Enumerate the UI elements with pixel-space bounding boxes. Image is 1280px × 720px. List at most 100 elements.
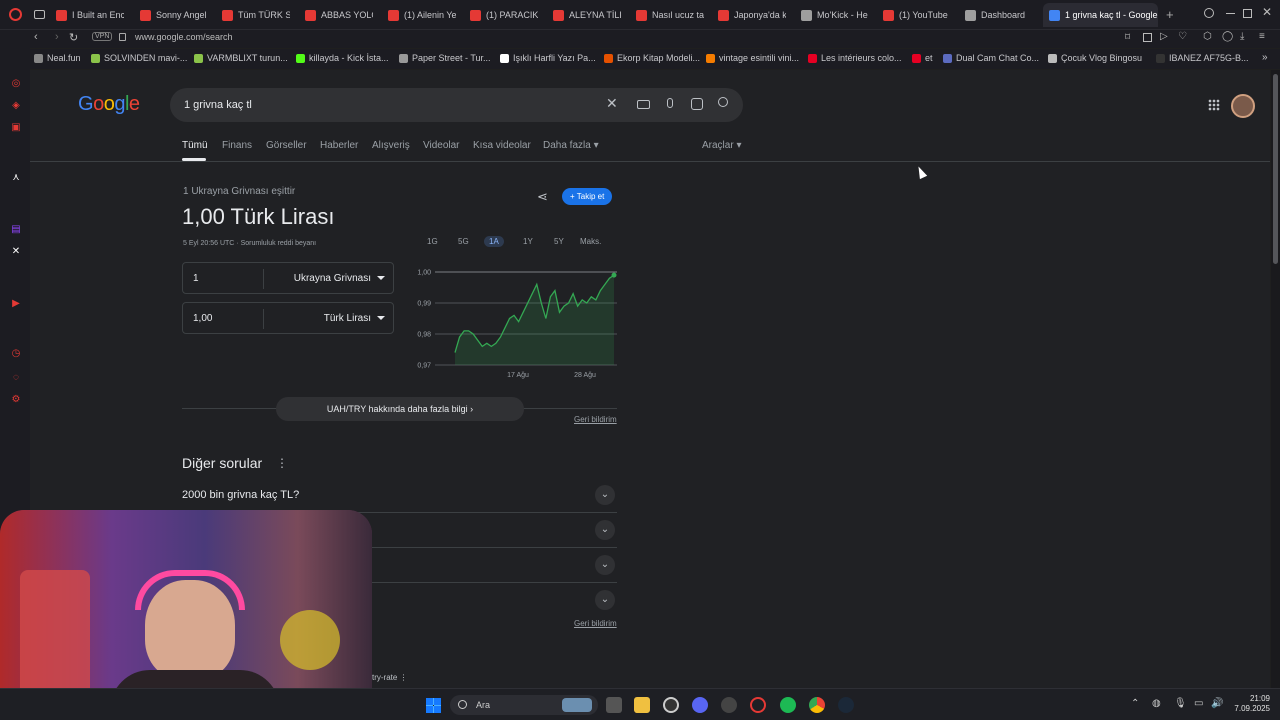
disclaimer-link[interactable]: Sorumluluk reddi beyanı xyxy=(241,240,317,247)
faq-item[interactable]: 2000 bin grivna kaç TL? ⌄ xyxy=(182,478,617,513)
avatar[interactable] xyxy=(1231,94,1255,118)
range-tab[interactable]: 1A xyxy=(484,236,504,247)
chevron-down-icon[interactable] xyxy=(377,276,385,280)
scrollbar-thumb[interactable] xyxy=(1273,74,1278,264)
snapshot-icon[interactable] xyxy=(1143,33,1152,42)
new-tab-icon[interactable]: + xyxy=(1166,7,1174,22)
more-options-icon[interactable]: ⋮ xyxy=(276,456,288,470)
minimize-icon[interactable] xyxy=(1226,13,1235,14)
scrollbar[interactable] xyxy=(1271,70,1280,688)
browser-tab[interactable]: Nasıl ucuz ta xyxy=(636,3,704,27)
chevron-down-icon[interactable]: ⌄ xyxy=(595,555,615,575)
share-icon[interactable]: ⋖ xyxy=(537,189,548,205)
browser-tab[interactable]: Tüm TÜRK Se xyxy=(222,3,290,27)
nav-tab[interactable]: Videolar xyxy=(423,140,460,151)
nav-tab[interactable]: Görseller xyxy=(266,140,307,151)
browser-tab[interactable]: Dashboard xyxy=(965,3,1033,27)
close-window-icon[interactable]: ✕ xyxy=(1262,5,1272,19)
bookmark-item[interactable]: Neal.fun xyxy=(34,53,81,63)
follow-button[interactable]: + Takip et xyxy=(562,188,613,205)
search-box[interactable]: 1 grivna kaç tl ✕ xyxy=(170,88,743,122)
bookmark-icon[interactable]: ⌑ xyxy=(1125,32,1130,43)
discord-icon[interactable] xyxy=(692,697,708,713)
volume-icon[interactable]: 🔊 xyxy=(1211,698,1223,709)
x-icon[interactable]: ✕ xyxy=(10,246,22,258)
player-icon[interactable]: ▷ xyxy=(1160,31,1168,42)
clear-icon[interactable]: ✕ xyxy=(606,95,618,112)
bookmarks-overflow-icon[interactable]: » xyxy=(1262,52,1268,63)
menu-icon[interactable]: ≡ xyxy=(1259,31,1265,42)
obs-icon[interactable] xyxy=(721,697,737,713)
opera-logo-icon[interactable] xyxy=(9,8,22,21)
feedback-link[interactable]: Geri bildirim xyxy=(574,415,617,424)
network-icon[interactable]: ▭ xyxy=(1194,698,1203,709)
search-tabs-icon[interactable] xyxy=(1204,8,1214,18)
nav-tab[interactable]: Alışveriş xyxy=(372,140,410,151)
player-sidebar-icon[interactable]: ▶ xyxy=(10,298,22,310)
to-value-input[interactable]: 1,00 xyxy=(193,313,212,324)
bookmark-item[interactable]: Işıklı Harfli Yazı Pa... xyxy=(500,53,596,63)
bookmark-item[interactable]: VARMBLIXT turun... xyxy=(194,53,288,63)
bookmark-item[interactable]: IBANEZ AF75G-B... xyxy=(1156,53,1249,63)
feather-icon[interactable]: ⋏ xyxy=(10,172,22,184)
file-explorer-icon[interactable] xyxy=(634,697,650,713)
chat-icon[interactable]: ◌ xyxy=(10,372,22,384)
tray-app-icon[interactable]: ◍ xyxy=(1152,698,1161,709)
reload-icon[interactable]: ↻ xyxy=(69,31,78,44)
app-icon[interactable] xyxy=(663,697,679,713)
to-currency-select[interactable]: Türk Lirası xyxy=(324,313,371,324)
bookmark-item[interactable]: SOLVINDEN mavi-... xyxy=(91,53,187,63)
bookmark-item[interactable]: Les intérieurs colo... xyxy=(808,53,902,63)
chrome-icon[interactable] xyxy=(809,697,825,713)
steam-icon[interactable] xyxy=(838,697,854,713)
tools-button[interactable]: Araçlar ▾ xyxy=(702,140,742,151)
windows-start-icon[interactable] xyxy=(426,698,441,713)
url-field[interactable]: www.google.com/search xyxy=(135,32,233,42)
bookmark-item[interactable]: vintage esintili vini... xyxy=(706,53,799,63)
history-icon[interactable]: ◷ xyxy=(10,348,22,360)
taskbar-search[interactable]: Ara xyxy=(450,695,598,715)
feedback-link[interactable]: Geri bildirim xyxy=(574,619,617,628)
range-tab[interactable]: 5Y xyxy=(554,237,564,246)
bookmark-item[interactable]: killayda - Kick İsta... xyxy=(296,53,389,63)
range-tab[interactable]: 1G xyxy=(427,237,438,246)
nav-tab[interactable]: Finans xyxy=(222,140,252,151)
bookmark-item[interactable]: Ekorp Kitap Modeli... xyxy=(604,53,700,63)
nav-tab[interactable]: Tümü xyxy=(182,140,208,151)
more-info-button[interactable]: UAH/TRY hakkında daha fazla bilgi › xyxy=(276,397,524,421)
browser-tab[interactable]: 1 grivna kaç tl - Google xyxy=(1043,3,1158,27)
range-tab[interactable]: Maks. xyxy=(580,237,601,246)
chevron-down-icon[interactable]: ⌄ xyxy=(595,520,615,540)
aria-icon[interactable]: ◎ xyxy=(10,78,22,90)
lock-icon[interactable] xyxy=(119,33,126,41)
browser-tab[interactable]: (1) PARACIKL xyxy=(470,3,538,27)
messenger-icon[interactable]: ▣ xyxy=(10,122,22,134)
exchange-chart[interactable]: 1,00 0,99 0,98 0,97 17 Ağu 28 Ağu xyxy=(400,265,620,380)
twitch-icon[interactable]: ▤ xyxy=(10,224,22,236)
heart-icon[interactable]: ♡ xyxy=(1178,31,1187,42)
tab-list-icon[interactable] xyxy=(34,10,45,19)
clock[interactable]: 21:09 7.09.2025 xyxy=(1226,694,1270,714)
chevron-down-icon[interactable]: ⌄ xyxy=(595,590,615,610)
nav-tab[interactable]: Haberler xyxy=(320,140,358,151)
search-icon[interactable] xyxy=(718,97,728,107)
browser-tab[interactable]: Japonya'da k xyxy=(718,3,786,27)
task-view-icon[interactable] xyxy=(606,697,622,713)
range-tab[interactable]: 5G xyxy=(458,237,469,246)
browser-tab[interactable]: ALEYNA TİLK xyxy=(553,3,621,27)
chevron-down-icon[interactable] xyxy=(377,316,385,320)
from-field[interactable]: 1 Ukrayna Grivnası xyxy=(182,262,394,294)
bookmark-item[interactable]: et xyxy=(912,53,933,63)
from-value-input[interactable]: 1 xyxy=(193,273,199,284)
lens-icon[interactable] xyxy=(691,98,703,110)
browser-tab[interactable]: (1) YouTube xyxy=(883,3,951,27)
to-field[interactable]: 1,00 Türk Lirası xyxy=(182,302,394,334)
nav-tab[interactable]: Daha fazla ▾ xyxy=(543,140,599,151)
browser-tab[interactable]: (1) Ailenin Ye xyxy=(388,3,456,27)
google-logo[interactable]: Google xyxy=(78,93,140,116)
nav-tab[interactable]: Kısa videolar xyxy=(473,140,531,151)
workspaces-icon[interactable]: ◈ xyxy=(10,100,22,112)
from-currency-select[interactable]: Ukrayna Grivnası xyxy=(294,273,371,284)
back-icon[interactable]: ‹ xyxy=(34,31,38,43)
browser-tab[interactable]: ABBAS YOLO xyxy=(305,3,373,27)
